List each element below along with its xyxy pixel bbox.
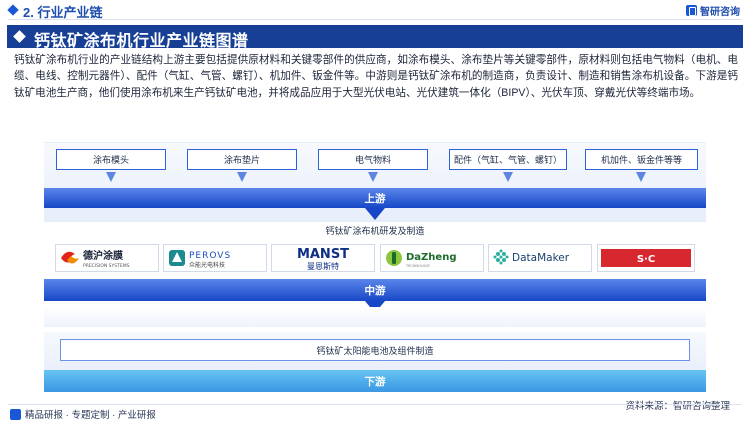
upstream-item: 电气物料	[318, 149, 428, 170]
svg-text:DaZheng: DaZheng	[406, 252, 456, 263]
description-paragraph: 钙钛矿涂布机行业的产业链结构上游主要包括提供原材料和关键零部件的供应商，如涂布模…	[14, 54, 738, 99]
upstream-item: 配件（气缸、气管、螺钉）	[449, 149, 567, 170]
page-title: 钙钛矿涂布机行业产业链图谱	[34, 33, 249, 50]
company-logo-manst: MANST 曼恩斯特	[271, 244, 375, 272]
manst-logo-icon: MANST 曼恩斯特	[297, 247, 349, 271]
svg-text:TECHNOLOGY: TECHNOLOGY	[405, 264, 431, 268]
arrow-down-icon	[368, 172, 378, 182]
svg-text:曼恩斯特: 曼恩斯特	[307, 261, 339, 271]
dehu-logo-icon: 德沪涂膜 PRECISION SYSTEMS	[61, 249, 130, 269]
footer-divider	[8, 404, 742, 405]
company-logo-dehu: 德沪涂膜 PRECISION SYSTEMS	[55, 244, 159, 272]
upstream-label: 上游	[364, 192, 386, 205]
datamaker-logo-icon: DataMaker	[493, 249, 570, 265]
svg-text:众能光电科技: 众能光电科技	[189, 261, 225, 269]
upstream-stage-bar: 上游	[44, 188, 706, 220]
separator-area	[44, 307, 706, 327]
footer-tagline: 精品研报 · 专题定制 · 产业研报	[10, 407, 156, 421]
upstream-item: 涂布模头	[56, 149, 166, 170]
header-divider	[8, 19, 742, 20]
arrow-down-icon	[237, 172, 247, 182]
downstream-item: 钙钛矿太阳能电池及组件制造	[60, 339, 690, 361]
svg-text:MANST: MANST	[297, 247, 349, 262]
section-marker-icon	[7, 4, 19, 16]
industry-chain-diagram: 涂布模头 涂布垫片 电气物料 配件（气缸、气管、螺钉） 机加件、钣金件等等 上游…	[44, 142, 706, 404]
arrow-down-icon	[636, 172, 646, 182]
source-note: 资料来源：智研咨询整理	[625, 401, 730, 412]
svg-text:S·C: S·C	[637, 254, 655, 265]
arrow-down-icon	[503, 172, 513, 182]
downstream-label: 下游	[364, 375, 386, 388]
footer-logo-icon	[10, 408, 21, 420]
brand-name: 智研咨询	[700, 7, 740, 18]
title-bar: 钙钛矿涂布机行业产业链图谱	[7, 25, 743, 50]
brand-icon	[686, 5, 697, 16]
midstream-stage-bar: 中游	[44, 279, 706, 313]
downstream-stage-bar: 下游	[44, 370, 706, 392]
company-logo-perovs: PEROVS 众能光电科技	[163, 244, 267, 272]
footer-text: 精品研报 · 专题定制 · 产业研报	[25, 410, 156, 421]
svg-text:PRECISION SYSTEMS: PRECISION SYSTEMS	[83, 263, 130, 269]
company-logo-datamaker: DataMaker	[488, 244, 592, 272]
company-logo-sc: S·C	[597, 244, 695, 272]
upstream-item: 涂布垫片	[187, 149, 297, 170]
midstream-label: 中游	[364, 284, 386, 297]
sc-logo-icon: S·C	[601, 249, 691, 267]
midstream-caption: 钙钛矿涂布机研发及制造	[325, 226, 425, 236]
dazheng-logo-icon: DaZheng TECHNOLOGY	[386, 250, 456, 268]
page-header: 2. 行业产业链 智研咨询	[0, 0, 750, 22]
upstream-item: 机加件、钣金件等等	[585, 149, 698, 170]
perovs-logo-icon: PEROVS 众能光电科技	[169, 250, 231, 269]
svg-text:DataMaker: DataMaker	[512, 252, 570, 264]
arrow-down-icon	[106, 172, 116, 182]
svg-text:德沪涂膜: 德沪涂膜	[82, 249, 123, 262]
svg-text:PEROVS: PEROVS	[189, 251, 231, 261]
company-logo-dazheng: DaZheng TECHNOLOGY	[380, 244, 484, 272]
diamond-icon	[13, 30, 26, 43]
brand-logo: 智研咨询	[686, 3, 740, 18]
